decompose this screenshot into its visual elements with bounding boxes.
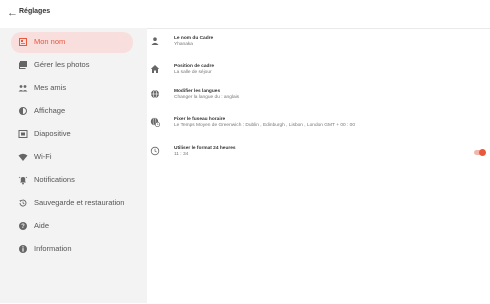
person-icon (151, 37, 159, 45)
sidebar-item-label: Mes amis (34, 83, 67, 92)
friends-icon (18, 85, 28, 92)
sidebar-item-label: Information (34, 244, 72, 253)
setting-value: La salle de séjour (174, 70, 212, 75)
name-card-icon (19, 38, 27, 46)
sidebar-item-label: Sauvegarde et restauration (34, 198, 125, 207)
header: ← Réglages (0, 0, 490, 29)
sidebar-item-label: Notifications (34, 175, 75, 184)
help-icon: ? (19, 222, 27, 230)
info-icon (19, 245, 27, 253)
setting-value: 11 : 34 (174, 152, 189, 157)
sidebar-item-label: Affichage (34, 106, 66, 115)
sidebar-item-information[interactable]: Information (11, 239, 133, 260)
sidebar-item-backup-restore[interactable]: Sauvegarde et restauration (11, 193, 133, 214)
home-icon (150, 65, 160, 73)
sidebar-item-photos[interactable]: Gérer les photos (11, 55, 133, 76)
sidebar: Mon nom Gérer les photos Mes amis Affich… (0, 28, 147, 303)
globe-icon (151, 89, 159, 99)
sidebar-item-friends[interactable]: Mes amis (11, 78, 133, 99)
24h-format-toggle[interactable] (474, 149, 488, 156)
svg-text:?: ? (21, 224, 25, 230)
sidebar-item-label: Gérer les photos (34, 60, 90, 69)
back-arrow-icon[interactable]: ← (7, 7, 18, 19)
settings-screen: ← Réglages Mon nom Gérer les photos Mes … (0, 0, 490, 304)
sidebar-item-notifications[interactable]: Notifications (11, 170, 133, 191)
sidebar-item-label: Mon nom (34, 37, 66, 46)
photos-icon (19, 61, 27, 69)
toggle-knob (479, 149, 486, 156)
setting-value: Yhanaka (174, 42, 193, 47)
sidebar-item-display[interactable]: Affichage (11, 101, 133, 122)
setting-value: Changer la langue du : anglais (174, 95, 240, 100)
sidebar-item-label: Diapositive (34, 129, 71, 138)
backup-icon (19, 199, 27, 207)
sidebar-item-my-name[interactable]: Mon nom (11, 32, 133, 53)
sidebar-item-help[interactable]: ? Aide (11, 216, 133, 237)
sidebar-item-wifi[interactable]: Wi-Fi (11, 147, 133, 168)
sidebar-item-slideshow[interactable]: Diapositive (11, 124, 133, 145)
setting-value: Le Temps Moyen de Greenwich : Dublin , E… (174, 123, 356, 128)
sidebar-item-label: Aide (34, 221, 50, 230)
page-title: Réglages (19, 8, 51, 15)
sidebar-item-label: Wi-Fi (34, 152, 52, 161)
globe-clock-icon (150, 117, 160, 127)
notifications-icon (18, 176, 28, 185)
slideshow-icon (18, 130, 28, 138)
wifi-icon (18, 153, 28, 161)
clock-icon (150, 146, 160, 156)
settings-panel: Le nom du Cadre Yhanaka Position de cadr… (147, 28, 490, 304)
display-icon (19, 107, 27, 115)
